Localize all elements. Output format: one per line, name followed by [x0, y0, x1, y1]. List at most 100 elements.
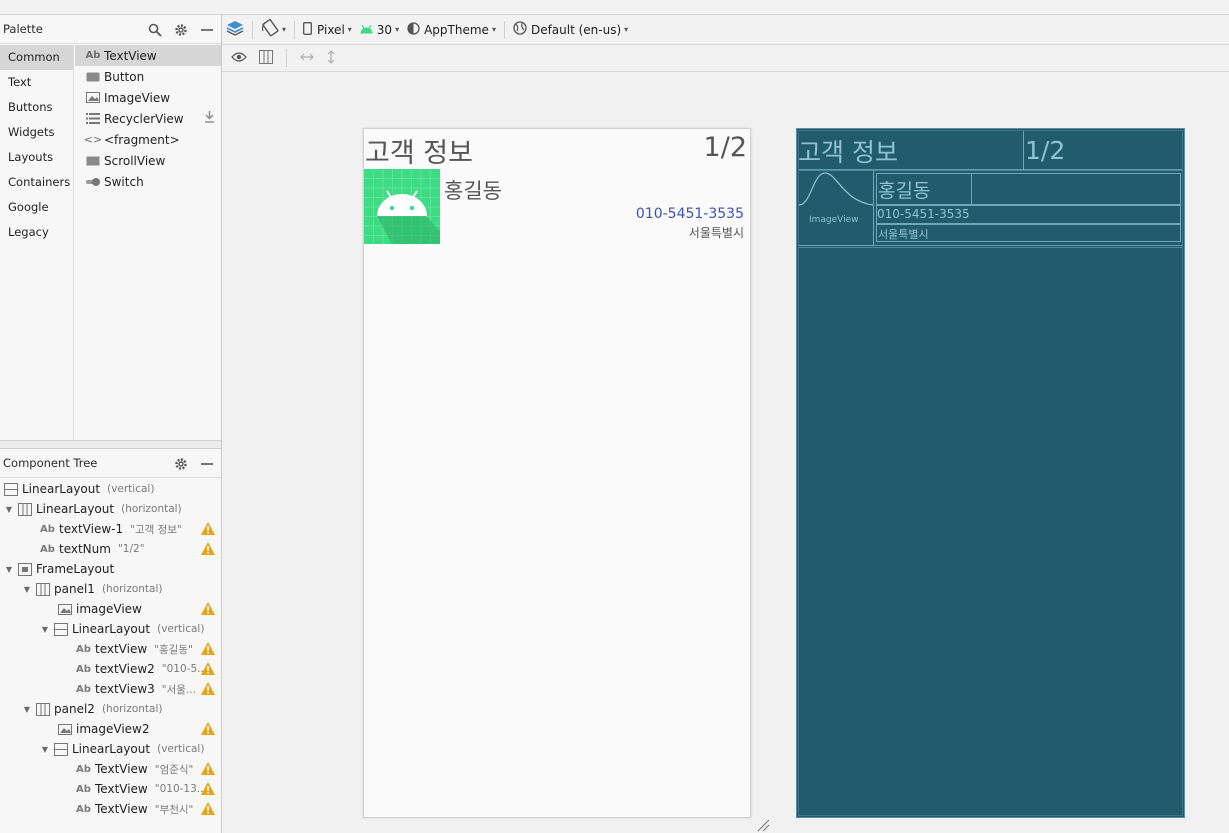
columns-icon — [259, 49, 273, 67]
warning-icon[interactable] — [201, 722, 215, 738]
gear-icon[interactable] — [173, 456, 189, 472]
search-icon[interactable] — [147, 22, 163, 38]
widget-textview[interactable]: Ab TextView — [75, 45, 221, 66]
component-tree-title: Component Tree — [3, 456, 98, 470]
vertical-resize-button[interactable] — [323, 46, 339, 70]
tree-note: "1/2" — [117, 543, 145, 555]
tree-row-linearlayout-vertical[interactable]: ▼ LinearLayout (vertical) — [0, 619, 221, 639]
download-icon[interactable] — [204, 111, 215, 126]
resize-handle-icon[interactable] — [756, 818, 770, 833]
warning-icon[interactable] — [201, 642, 215, 658]
tree-row-textview-1[interactable]: Ab textView-1 "고객 정보" — [0, 519, 221, 539]
expand-arrow-icon[interactable]: ▼ — [22, 585, 32, 594]
tree-row-linearlayout-vertical-2[interactable]: ▼ LinearLayout (vertical) — [0, 739, 221, 759]
preview-phone[interactable]: 010-5451-3535 — [636, 206, 744, 222]
tree-row-textview-c[interactable]: Ab TextView "부천시" — [0, 799, 221, 819]
category-text[interactable]: Text — [0, 70, 73, 95]
blueprint-preview[interactable]: 고객 정보 1/2 ImageView 홍길동 010-5451-3535 서울… — [796, 128, 1185, 818]
api-selector[interactable]: 30 ▾ — [356, 18, 403, 42]
expand-arrow-icon[interactable]: ▼ — [4, 505, 14, 514]
panel-splitter[interactable] — [0, 440, 221, 449]
expand-arrow-icon[interactable]: ▼ — [22, 705, 32, 714]
tree-note: (vertical) — [157, 743, 205, 755]
warning-icon[interactable] — [201, 602, 215, 618]
theme-selector[interactable]: AppTheme ▾ — [403, 18, 500, 42]
expand-arrow-icon[interactable]: ▼ — [4, 565, 14, 574]
tree-row-linearlayout-horizontal[interactable]: ▼ LinearLayout (horizontal) — [0, 499, 221, 519]
category-containers[interactable]: Containers — [0, 170, 73, 195]
tree-label: FrameLayout — [36, 562, 115, 576]
warning-icon[interactable] — [201, 762, 215, 778]
textview-icon: Ab — [76, 783, 91, 795]
category-google[interactable]: Google — [0, 195, 73, 220]
warning-icon[interactable] — [201, 522, 215, 538]
horizontal-resize-button[interactable] — [297, 46, 317, 70]
tree-row-imageview[interactable]: imageView — [0, 599, 221, 619]
android-logo-image[interactable] — [364, 169, 440, 244]
tree-label: LinearLayout — [72, 622, 151, 636]
layout-guides-button[interactable] — [256, 46, 276, 70]
tree-note: (horizontal) — [101, 583, 163, 595]
widget-label: ImageView — [104, 90, 171, 105]
warning-icon[interactable] — [201, 802, 215, 818]
expand-arrow-icon[interactable]: ▼ — [40, 625, 50, 634]
category-buttons[interactable]: Buttons — [0, 95, 73, 120]
device-selector[interactable]: Pixel ▾ — [299, 18, 356, 42]
minimize-icon[interactable] — [199, 22, 215, 38]
tree-row-imageview2[interactable]: imageView2 — [0, 719, 221, 739]
imageview-icon — [58, 603, 72, 616]
tree-label: textView — [95, 642, 148, 656]
tree-row-textview3[interactable]: Ab textView3 "서울... — [0, 679, 221, 699]
textview-icon: Ab — [76, 663, 91, 675]
tree-label: LinearLayout — [72, 742, 151, 756]
category-legacy[interactable]: Legacy — [0, 220, 73, 245]
gear-icon[interactable] — [173, 22, 189, 38]
widget-fragment[interactable]: <> <fragment> — [75, 129, 221, 150]
eye-icon — [231, 51, 247, 66]
globe-icon — [513, 21, 527, 38]
expand-arrow-icon[interactable]: ▼ — [40, 745, 50, 754]
tree-row-panel1[interactable]: ▼ panel1 (horizontal) — [0, 579, 221, 599]
category-layouts[interactable]: Layouts — [0, 145, 73, 170]
tree-note: "엄준식" — [154, 763, 194, 776]
warning-icon[interactable] — [201, 662, 215, 678]
blueprint-root-box — [798, 130, 1183, 816]
tree-row-textview2[interactable]: Ab textView2 "010-5... — [0, 659, 221, 679]
widget-scrollview[interactable]: ScrollView — [75, 150, 221, 171]
layers-icon — [226, 19, 244, 40]
tree-row-textview-a[interactable]: Ab TextView "엄준식" — [0, 759, 221, 779]
widget-switch[interactable]: Switch — [75, 171, 221, 192]
warning-icon[interactable] — [201, 682, 215, 698]
tree-row-panel2[interactable]: ▼ panel2 (horizontal) — [0, 699, 221, 719]
preview-num[interactable]: 1/2 — [704, 132, 747, 163]
tree-row-textview[interactable]: Ab textView "홍길동" — [0, 639, 221, 659]
design-surface-button[interactable] — [222, 18, 248, 42]
category-widgets[interactable]: Widgets — [0, 120, 73, 145]
orientation-button[interactable]: ▾ — [257, 18, 290, 42]
minimize-icon[interactable] — [199, 456, 215, 472]
widget-imageview[interactable]: ImageView — [75, 87, 221, 108]
tree-label: LinearLayout — [22, 482, 101, 496]
warning-icon[interactable] — [201, 782, 215, 798]
tree-note: "010-13... — [154, 783, 207, 795]
locale-selector[interactable]: Default (en-us) ▾ — [509, 18, 632, 42]
widget-button[interactable]: Button — [75, 66, 221, 87]
warning-icon[interactable] — [201, 542, 215, 558]
preview-name[interactable]: 홍길동 — [444, 175, 502, 205]
tree-row-textnum[interactable]: Ab textNum "1/2" — [0, 539, 221, 559]
tree-row-framelayout[interactable]: ▼ FrameLayout — [0, 559, 221, 579]
category-common[interactable]: Common — [0, 45, 73, 70]
chevron-down-icon: ▾ — [395, 25, 400, 34]
design-preview[interactable]: 고객 정보 1/2 홍길동 010-5451-3535 서울특별시 — [363, 128, 751, 818]
palette-categories: Common Text Buttons Widgets Layouts Cont… — [0, 45, 74, 441]
preview-title[interactable]: 고객 정보 — [365, 131, 473, 170]
widget-recyclerview[interactable]: RecyclerView — [75, 108, 221, 129]
tree-row-textview-b[interactable]: Ab TextView "010-13... — [0, 779, 221, 799]
design-toolbar: ▾ Pixel ▾ 30 ▾ AppTheme ▾ Default (en-us… — [222, 15, 1229, 45]
view-options-button[interactable] — [228, 46, 250, 70]
tree-row-root-linearlayout[interactable]: LinearLayout (vertical) — [0, 479, 221, 499]
textview-icon: Ab — [76, 763, 91, 775]
textview-icon: Ab — [76, 803, 91, 815]
imageview-icon — [58, 723, 72, 736]
preview-city[interactable]: 서울특별시 — [689, 224, 744, 241]
